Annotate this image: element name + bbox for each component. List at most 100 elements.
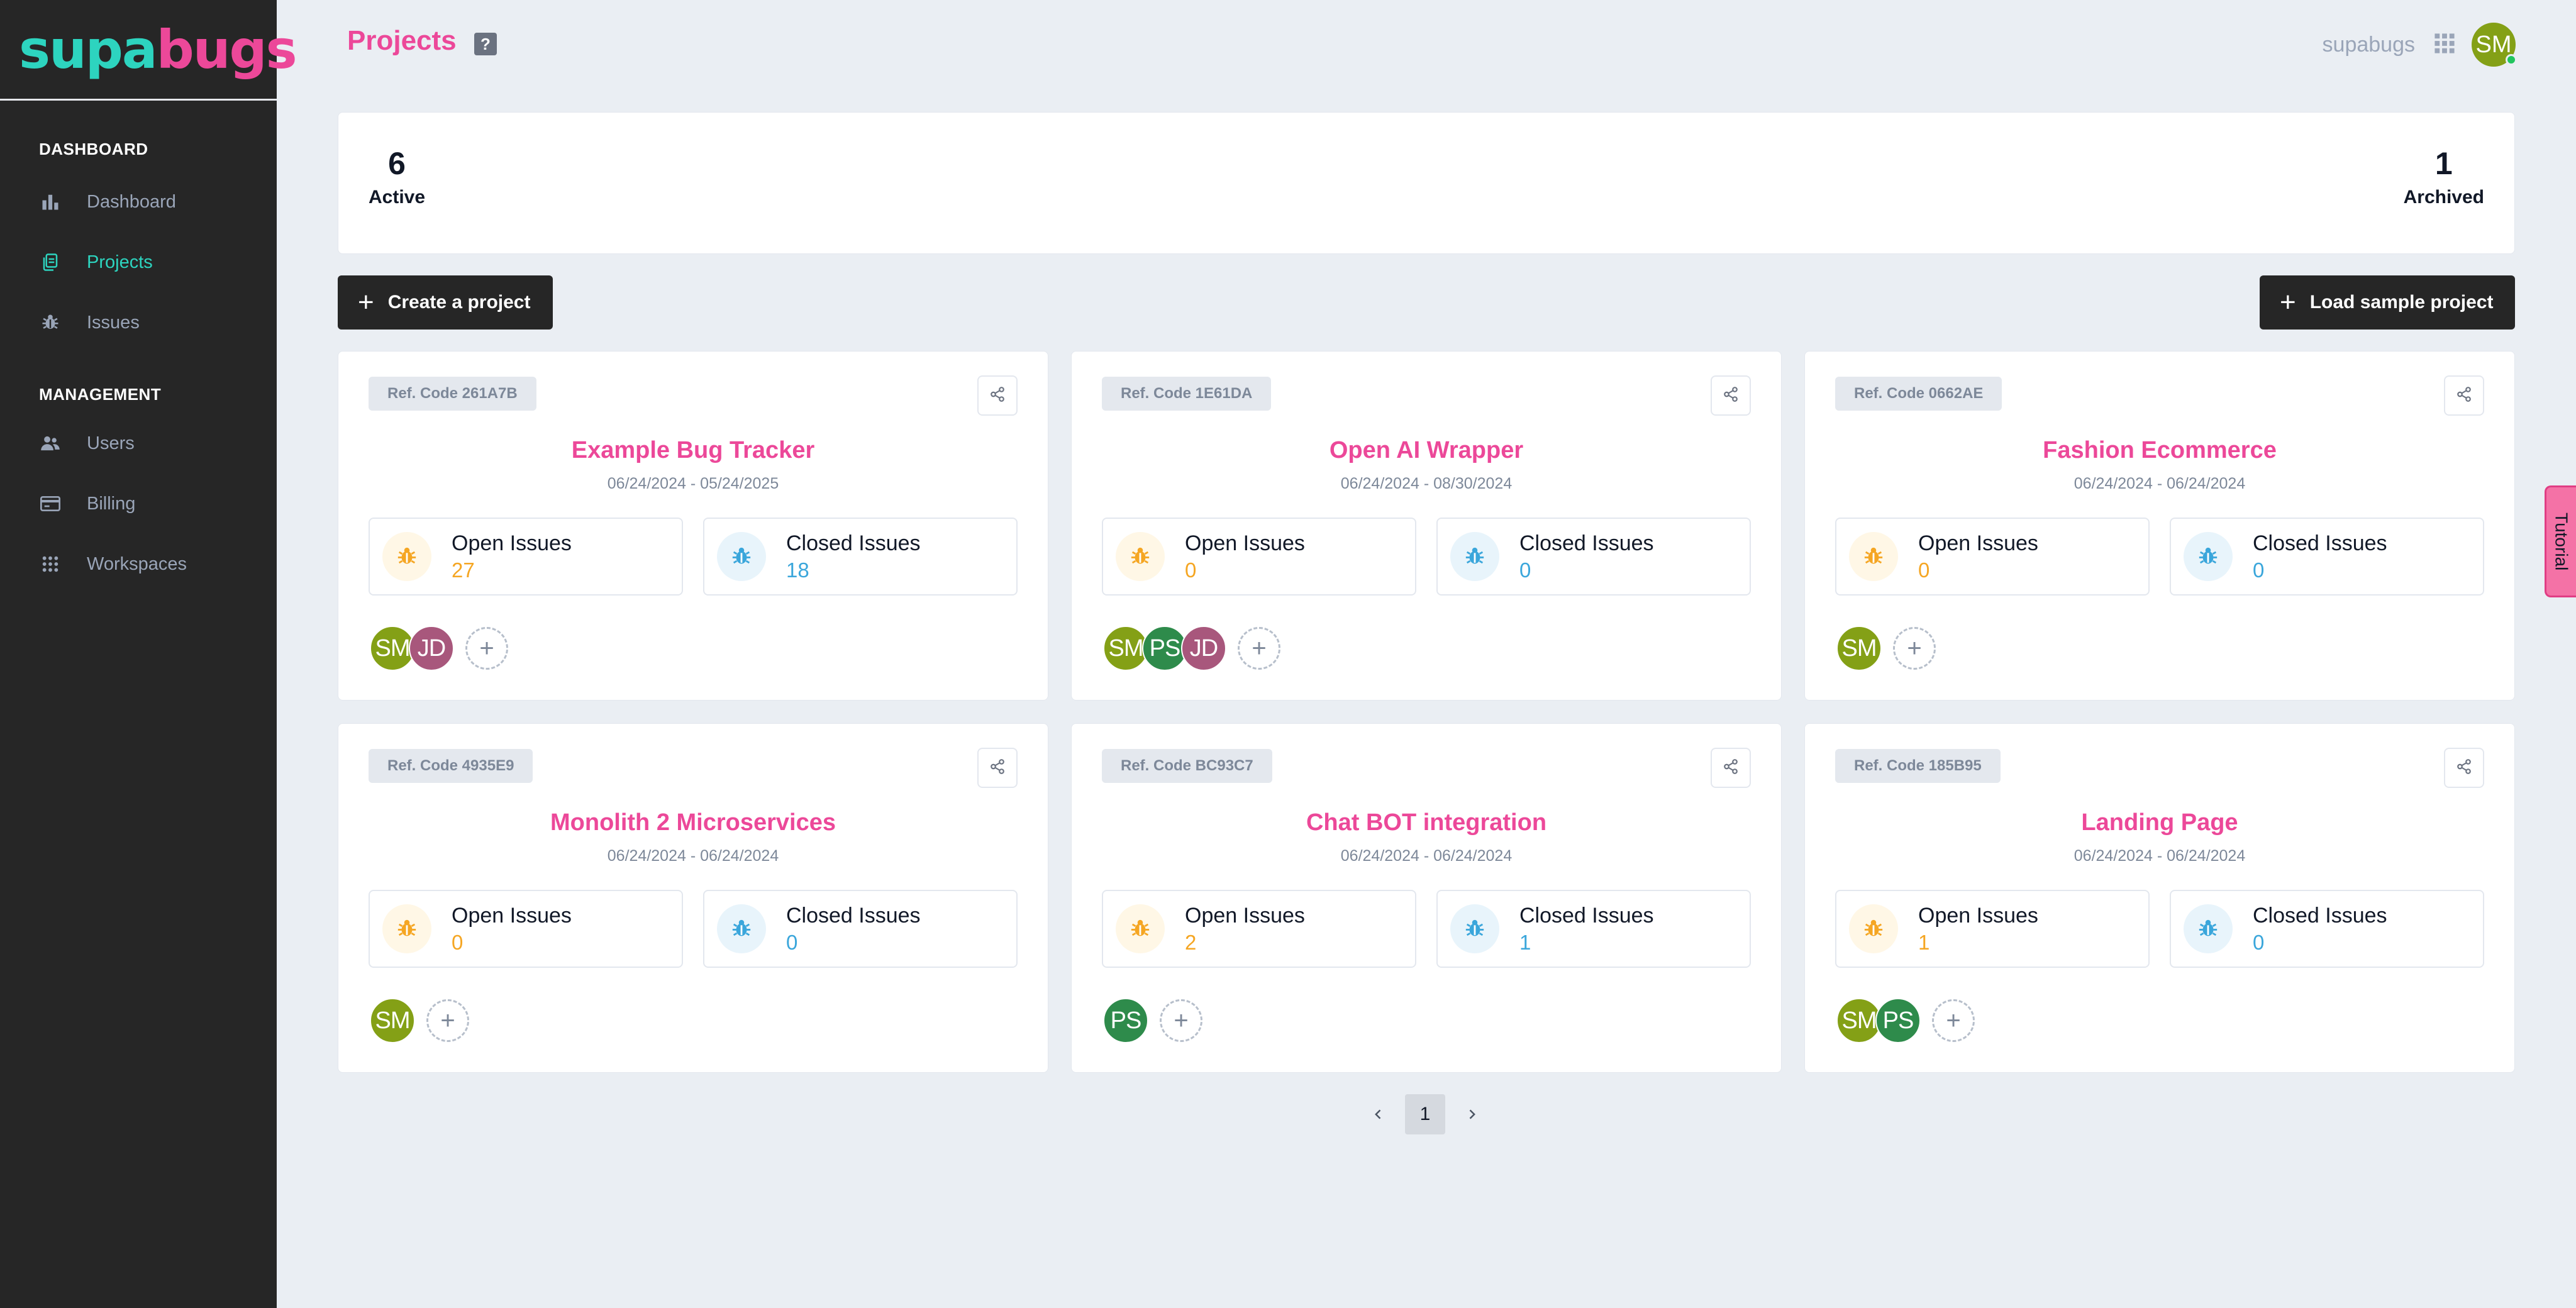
- open-bug-icon: [382, 904, 431, 953]
- share-button[interactable]: [977, 375, 1018, 416]
- user-avatar[interactable]: SM: [2472, 23, 2517, 67]
- open-issues-label: Open Issues: [452, 903, 572, 928]
- project-members: SM PS +: [1836, 998, 1975, 1043]
- apps-grid-icon[interactable]: [2434, 33, 2455, 57]
- open-issues-count: 0: [1918, 558, 1930, 582]
- project-dates: 06/24/2024 - 06/24/2024: [1340, 847, 1513, 865]
- prev-page-chevron-icon[interactable]: [1358, 1094, 1399, 1134]
- help-button[interactable]: ?: [474, 33, 497, 55]
- add-member-button[interactable]: +: [1160, 999, 1202, 1042]
- closed-issues-box[interactable]: Closed Issues 0: [2170, 890, 2484, 968]
- closed-issues-count: 0: [2253, 930, 2265, 954]
- stat-active[interactable]: 6 Active: [369, 145, 425, 208]
- open-bug-icon: [382, 532, 431, 581]
- open-issues-box[interactable]: Open Issues 0: [369, 890, 683, 968]
- sidebar-item-workspaces[interactable]: Workspaces: [39, 548, 253, 580]
- project-card[interactable]: Ref. Code 185B95 Landing Page 06/24/2024 -…: [1804, 723, 2515, 1073]
- member-avatar[interactable]: JD: [1181, 626, 1226, 671]
- project-card[interactable]: Ref. Code 0662AE Fashion Ecommerce 06/24/2…: [1804, 351, 2515, 701]
- project-card[interactable]: Ref. Code 261A7B Example Bug Tracker 06/24…: [338, 351, 1048, 701]
- closed-issues-count: 18: [786, 558, 809, 582]
- member-avatar[interactable]: JD: [409, 626, 454, 671]
- tutorial-tab[interactable]: Tutorial: [2545, 485, 2576, 597]
- closed-issues-box[interactable]: Closed Issues 18: [703, 518, 1018, 596]
- share-button[interactable]: [977, 748, 1018, 788]
- share-button[interactable]: [2444, 748, 2484, 788]
- add-member-button[interactable]: +: [465, 627, 508, 670]
- next-page-chevron-icon[interactable]: [1452, 1094, 1492, 1134]
- brand-logo[interactable]: supa bugs: [0, 0, 297, 101]
- grid-icon: [39, 553, 62, 575]
- open-issues-box[interactable]: Open Issues 27: [369, 518, 683, 596]
- ref-code-badge: Ref. Code 185B95: [1835, 749, 2001, 783]
- stat-archived-count: 1: [2434, 146, 2453, 181]
- ref-code-badge: Ref. Code 0662AE: [1835, 377, 2002, 411]
- open-issues-box[interactable]: Open Issues 1: [1835, 890, 2150, 968]
- closed-issues-box[interactable]: Closed Issues 0: [703, 890, 1018, 968]
- add-member-button[interactable]: +: [1238, 627, 1280, 670]
- open-issues-count: 0: [452, 930, 464, 954]
- closed-issues-box[interactable]: Closed Issues 0: [2170, 518, 2484, 596]
- open-issues-box[interactable]: Open Issues 2: [1102, 890, 1416, 968]
- closed-issues-box[interactable]: Closed Issues 0: [1436, 518, 1751, 596]
- share-button[interactable]: [1711, 748, 1751, 788]
- project-stats-card: 6 Active 1 Archived: [338, 112, 2515, 254]
- project-members: SM +: [1836, 626, 1936, 671]
- brand-logo-part1: supa: [19, 18, 158, 80]
- sidebar-item-label: Billing: [87, 493, 136, 514]
- add-member-button[interactable]: +: [1893, 627, 1936, 670]
- closed-bug-icon: [1450, 532, 1499, 581]
- closed-issues-label: Closed Issues: [786, 903, 921, 928]
- sidebar-item-label: Workspaces: [87, 553, 187, 574]
- add-member-button[interactable]: +: [426, 999, 469, 1042]
- sidebar-item-projects[interactable]: Projects: [39, 247, 253, 278]
- sidebar-item-dashboard[interactable]: Dashboard: [39, 186, 253, 218]
- share-button[interactable]: [2444, 375, 2484, 416]
- page-button-current[interactable]: 1: [1405, 1094, 1445, 1134]
- member-avatar[interactable]: SM: [1836, 626, 1882, 671]
- sidebar-item-billing[interactable]: Billing: [39, 488, 253, 519]
- closed-issues-count: 0: [2253, 558, 2265, 582]
- project-name[interactable]: Open AI Wrapper: [1072, 437, 1781, 464]
- project-members: PS +: [1103, 998, 1202, 1043]
- project-card[interactable]: Ref. Code BC93C7 Chat BOT integration 06/2…: [1071, 723, 1782, 1073]
- closed-issues-count: 0: [786, 930, 798, 954]
- project-card[interactable]: Ref. Code 1E61DA Open AI Wrapper 06/24/202…: [1071, 351, 1782, 701]
- sidebar-item-label: Projects: [87, 252, 153, 272]
- open-issues-count: 27: [452, 558, 475, 582]
- open-issues-box[interactable]: Open Issues 0: [1102, 518, 1416, 596]
- open-issues-box[interactable]: Open Issues 0: [1835, 518, 2150, 596]
- project-name[interactable]: Fashion Ecommerce: [1805, 437, 2514, 464]
- member-avatar[interactable]: SM: [370, 998, 415, 1043]
- project-dates: 06/24/2024 - 06/24/2024: [2074, 475, 2246, 492]
- member-avatar[interactable]: PS: [1875, 998, 1921, 1043]
- project-name[interactable]: Landing Page: [1805, 809, 2514, 836]
- stat-archived[interactable]: 1 Archived: [2404, 145, 2484, 208]
- project-dates: 06/24/2024 - 06/24/2024: [2074, 847, 2246, 865]
- closed-bug-icon: [717, 904, 766, 953]
- workspace-name[interactable]: supabugs: [2323, 33, 2415, 57]
- bar-chart-icon: [39, 191, 62, 213]
- closed-issues-count: 1: [1519, 930, 1531, 954]
- create-project-button[interactable]: + Create a project: [338, 275, 553, 330]
- member-avatar[interactable]: PS: [1103, 998, 1148, 1043]
- project-name[interactable]: Monolith 2 Microservices: [338, 809, 1048, 836]
- project-name[interactable]: Example Bug Tracker: [338, 437, 1048, 464]
- sidebar-item-issues[interactable]: Issues: [39, 307, 253, 338]
- ref-code-badge: Ref. Code 4935E9: [369, 749, 533, 783]
- open-bug-icon: [1116, 904, 1165, 953]
- share-button[interactable]: [1711, 375, 1751, 416]
- add-member-button[interactable]: +: [1932, 999, 1975, 1042]
- project-card[interactable]: Ref. Code 4935E9 Monolith 2 Microservices…: [338, 723, 1048, 1073]
- load-sample-project-button[interactable]: + Load sample project: [2260, 275, 2515, 330]
- open-bug-icon: [1849, 904, 1898, 953]
- share-icon: [1723, 386, 1739, 406]
- documents-icon: [39, 251, 62, 274]
- project-name[interactable]: Chat BOT integration: [1072, 809, 1781, 836]
- sidebar-item-label: Dashboard: [87, 191, 176, 212]
- share-icon: [1723, 758, 1739, 778]
- closed-issues-count: 0: [1519, 558, 1531, 582]
- sidebar-item-users[interactable]: Users: [39, 428, 253, 459]
- open-bug-icon: [1116, 532, 1165, 581]
- closed-issues-box[interactable]: Closed Issues 1: [1436, 890, 1751, 968]
